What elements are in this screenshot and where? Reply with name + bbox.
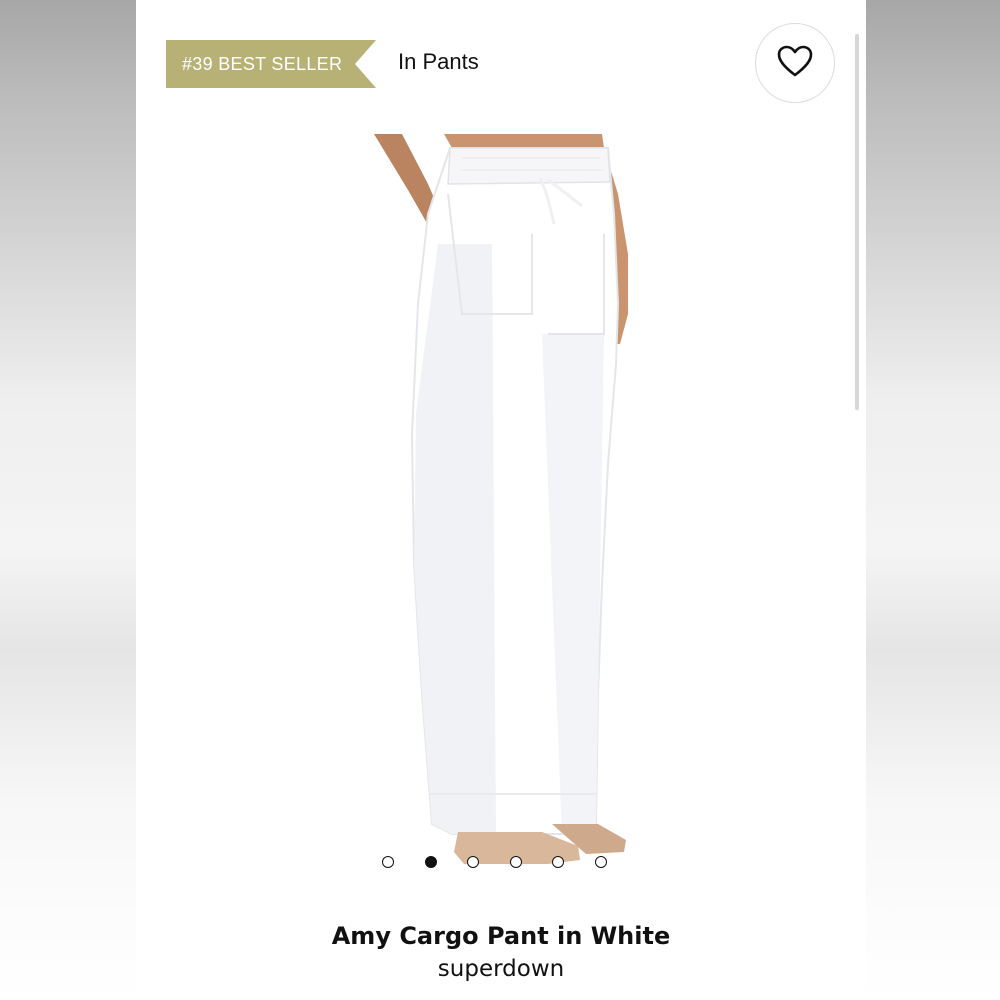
product-title: Amy Cargo Pant in White xyxy=(331,922,671,950)
pagination-dot-active[interactable] xyxy=(424,856,437,868)
right-blur-margin xyxy=(866,0,1000,1000)
screenshot-canvas: #39 BEST SELLER In Pants Amy Cargo Pant … xyxy=(0,0,1000,1000)
image-pagination xyxy=(382,856,607,868)
pagination-dot[interactable] xyxy=(382,856,394,868)
pagination-dot[interactable] xyxy=(552,856,564,868)
best-seller-label: #39 BEST SELLER xyxy=(182,53,343,74)
pagination-dot[interactable] xyxy=(509,856,522,868)
product-image[interactable] xyxy=(372,134,630,874)
favorite-button[interactable] xyxy=(755,23,835,103)
heart-icon xyxy=(777,45,813,81)
product-brand[interactable]: superdown xyxy=(136,956,866,982)
category-link[interactable]: In Pants xyxy=(398,49,479,75)
scrollbar[interactable] xyxy=(855,34,859,410)
left-blur-margin xyxy=(0,0,136,1000)
best-seller-badge: #39 BEST SELLER xyxy=(166,40,376,88)
pagination-dot[interactable] xyxy=(594,856,607,868)
pagination-dot[interactable] xyxy=(467,856,479,868)
